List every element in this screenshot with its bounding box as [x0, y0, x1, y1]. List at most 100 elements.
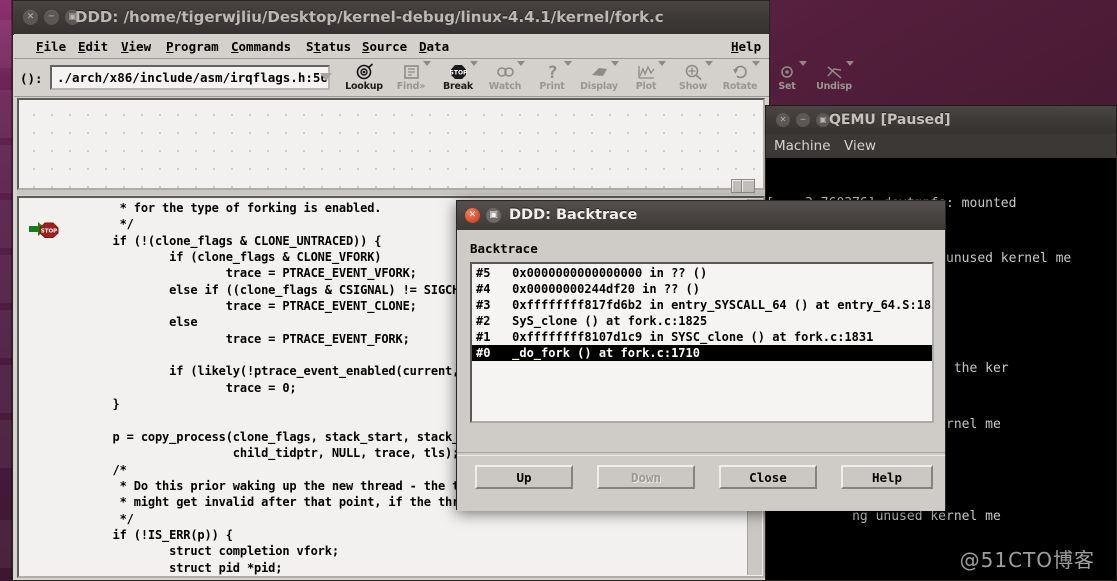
backtrace-down-button[interactable]: Down	[597, 465, 695, 489]
minimize-icon: ─	[48, 12, 55, 22]
chevron-down-icon[interactable]	[799, 61, 807, 66]
unity-launcher[interactable]	[0, 0, 12, 581]
backtrace-frame-row[interactable]: #3 0xffffffff817fd6b2 in entry_SYSCALL_6…	[472, 297, 932, 313]
chevron-down-icon[interactable]	[846, 61, 854, 66]
backtrace-body: Backtrace #5 0x0000000000000000 in ?? ()…	[457, 230, 945, 511]
toolbar-display-label: Display	[580, 81, 618, 92]
toolbar-show-label: Show	[678, 81, 708, 92]
toolbar-lookup-button[interactable]: Lookup	[341, 61, 387, 95]
backtrace-close-dialog-button[interactable]: Close	[719, 465, 817, 489]
toolbar-show-button[interactable]: Show	[670, 61, 716, 95]
toolbar-find-label: Find»	[396, 81, 426, 92]
launcher-item-5[interactable]	[0, 255, 12, 303]
launcher-item-2[interactable]	[0, 90, 12, 138]
menu-status[interactable]: Status	[302, 38, 355, 55]
chevron-down-icon[interactable]	[517, 61, 525, 66]
close-icon: ✕	[468, 210, 477, 220]
toolbar-plot-button[interactable]: Plot	[623, 61, 669, 95]
chevron-down-icon[interactable]	[752, 61, 760, 66]
ddd-titlebar[interactable]: ✕ ─ ▣ DDD: /home/tigerwjliu/Desktop/kern…	[13, 1, 769, 35]
qemu-close-button[interactable]: ✕	[776, 113, 790, 127]
breakpoint-stop-icon[interactable]: STOP	[29, 220, 63, 238]
qemu-menu-machine[interactable]: Machine	[774, 136, 831, 156]
svg-text:?: ?	[547, 63, 557, 81]
launcher-item-7[interactable]	[0, 365, 12, 413]
menu-source[interactable]: Source	[358, 38, 411, 55]
chevron-down-icon[interactable]	[423, 61, 431, 66]
backtrace-close-button[interactable]: ✕	[465, 208, 480, 223]
minimize-icon: ─	[800, 115, 806, 124]
chevron-down-icon[interactable]	[611, 61, 619, 66]
menu-commands[interactable]: Commands	[227, 38, 295, 55]
ddd-window-title: DDD: /home/tigerwjliu/Desktop/kernel-deb…	[75, 8, 664, 26]
toolbar-set-label: Set	[778, 81, 796, 92]
maximize-icon: ▣	[819, 115, 827, 124]
breakpoint-gutter[interactable]: STOP	[19, 198, 63, 576]
backtrace-maximize-button[interactable]: ▣	[486, 208, 501, 223]
toolbar-set-button[interactable]: Set	[764, 61, 810, 95]
argument-input[interactable]: ./arch/x86/include/asm/irqflags.h:56	[50, 65, 330, 90]
qemu-window-title: QEMU [Paused]	[829, 112, 951, 128]
dialog-separator	[457, 452, 945, 456]
svg-text:STOP: STOP	[41, 229, 57, 235]
toolbar-watch-label: Watch	[488, 81, 522, 92]
launcher-item-3[interactable]	[0, 145, 12, 193]
backtrace-list[interactable]: #5 0x0000000000000000 in ?? () #4 0x0000…	[470, 262, 934, 423]
menu-data[interactable]: Data	[415, 38, 453, 55]
argument-label: ():	[20, 71, 43, 86]
launcher-item-6[interactable]	[0, 310, 12, 358]
toolbar-rotate-button[interactable]: Rotate	[717, 61, 763, 95]
launcher-item-4[interactable]	[0, 200, 12, 248]
toolbar-undisp-label: Undisp	[816, 81, 852, 92]
launcher-item-8[interactable]	[0, 420, 12, 468]
chevron-down-icon[interactable]	[705, 61, 713, 66]
pane-sash-handle[interactable]	[731, 179, 755, 193]
menu-edit[interactable]: Edit	[74, 38, 112, 55]
toolbar-print-label: Print	[539, 81, 565, 92]
chevron-down-icon[interactable]	[658, 61, 666, 66]
svg-text:STOP: STOP	[449, 69, 467, 76]
menu-view[interactable]: View	[117, 38, 155, 55]
toolbar-plot-label: Plot	[635, 81, 657, 92]
backtrace-frame-row-selected[interactable]: #0 _do_fork () at fork.c:1710	[472, 345, 932, 361]
menu-program[interactable]: Program	[162, 38, 223, 55]
argument-dropdown-arrow-icon[interactable]	[319, 69, 332, 85]
qemu-menubar: Machine View	[766, 134, 1116, 158]
backtrace-frame-row[interactable]: #1 0xffffffff8107d1c9 in SYSC_clone () a…	[472, 329, 932, 345]
qemu-menu-view[interactable]: View	[844, 136, 876, 156]
backtrace-frame-row[interactable]: #4 0x00000000244df20 in ?? ()	[472, 281, 932, 297]
backtrace-dialog: ✕ ▣ DDD: Backtrace Backtrace #5 0x000000…	[456, 200, 946, 511]
close-icon: ✕	[26, 12, 35, 22]
data-display-pane[interactable]	[17, 98, 765, 190]
backtrace-help-button[interactable]: Help	[841, 465, 933, 489]
backtrace-frame-row[interactable]: #2 SyS_clone () at fork.c:1825	[472, 313, 932, 329]
toolbar-watch-button[interactable]: Watch	[482, 61, 528, 95]
toolbar-display-button[interactable]: Display	[576, 61, 622, 95]
ddd-toolbar: (): ./arch/x86/include/asm/irqflags.h:56…	[14, 59, 854, 97]
lookup-icon	[341, 62, 387, 81]
launcher-item-trash[interactable]	[0, 520, 12, 568]
backtrace-frame-row[interactable]: #5 0x0000000000000000 in ?? ()	[472, 265, 932, 281]
toolbar-find-button[interactable]: Find»	[388, 61, 434, 95]
backtrace-titlebar[interactable]: ✕ ▣ DDD: Backtrace	[457, 201, 945, 231]
ddd-minimize-button[interactable]: ─	[44, 10, 59, 25]
toolbar-rotate-label: Rotate	[722, 81, 758, 92]
pane-separator	[17, 190, 765, 195]
ddd-close-button[interactable]: ✕	[23, 10, 38, 25]
toolbar-break-button[interactable]: STOP Break	[435, 61, 481, 95]
maximize-icon: ▣	[489, 210, 498, 220]
toolbar-print-button[interactable]: ? Print	[529, 61, 575, 95]
chevron-down-icon[interactable]	[564, 61, 572, 66]
qemu-titlebar[interactable]: ✕ ─ ▣ QEMU [Paused]	[766, 106, 1116, 135]
backtrace-up-button[interactable]: Up	[475, 465, 573, 489]
backtrace-list-label: Backtrace	[470, 241, 538, 256]
menu-help[interactable]: Help	[727, 38, 765, 55]
menu-file[interactable]: File	[32, 38, 70, 55]
qemu-maximize-button[interactable]: ▣	[816, 113, 830, 127]
qemu-minimize-button[interactable]: ─	[796, 113, 810, 127]
toolbar-break-label: Break	[442, 81, 474, 92]
launcher-item-1[interactable]	[0, 20, 12, 68]
close-icon: ✕	[779, 115, 787, 124]
toolbar-undisp-button[interactable]: Undisp	[811, 61, 857, 95]
chevron-down-icon[interactable]	[470, 61, 478, 66]
